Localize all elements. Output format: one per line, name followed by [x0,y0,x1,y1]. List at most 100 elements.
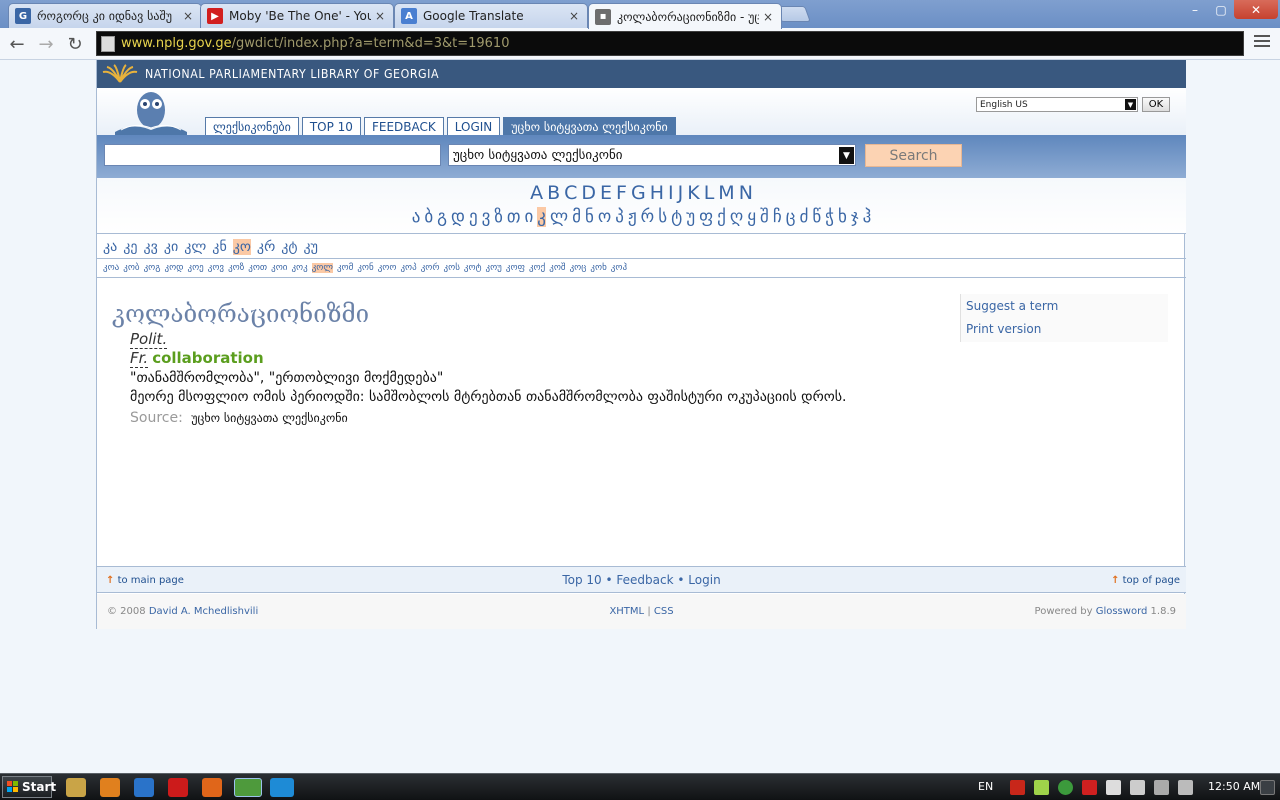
sub-letter-link[interactable]: კოდ [164,263,183,273]
window-close-button[interactable]: ✕ [1234,0,1278,19]
tab-close-icon[interactable]: × [375,9,385,23]
tab-close-icon[interactable]: × [569,9,579,23]
latin-letter-link[interactable]: M [718,182,734,204]
georgian-letter-link[interactable]: ი [524,207,533,227]
sub-letter-link[interactable]: კონ [357,263,373,273]
browser-tab[interactable]: ▪ კოლაბორაციონიზმი - უც × [588,3,782,29]
sub-letter-link[interactable]: კოე [188,263,204,273]
nav-tab[interactable]: TOP 10 [301,117,361,136]
georgian-letter-link[interactable]: გ [437,207,447,227]
acrobat-icon[interactable] [1010,780,1025,795]
tab-close-icon[interactable]: × [763,10,773,24]
georgian-letter-link[interactable]: ძ [799,207,808,227]
sub-letter-link[interactable]: კო [232,238,251,255]
latin-letter-link[interactable]: K [687,182,699,204]
internet-explorer-icon[interactable] [134,778,154,797]
nav-tab[interactable]: LOGIN [446,117,501,136]
latin-letter-link[interactable]: C [564,182,577,204]
georgian-letter-link[interactable]: ყ [747,207,756,227]
language-ok-button[interactable]: OK [1142,97,1170,112]
term-abbreviation[interactable]: Polit. [130,330,168,349]
sub-letter-link[interactable]: კა [103,239,117,255]
sub-letter-link[interactable]: კოვ [208,263,224,273]
georgian-letter-link[interactable]: რ [641,207,655,227]
suggest-term-link[interactable]: Suggest a term [961,294,1168,317]
latin-letter-link[interactable]: N [739,182,753,204]
georgian-letter-link[interactable]: ჯ [851,207,859,227]
address-bar[interactable]: www.nplg.gov.ge/gwdict/index.php?a=term&… [96,31,1244,56]
georgian-letter-link[interactable]: ჰ [863,207,872,227]
browser-tab[interactable]: A Google Translate × [394,3,588,28]
georgian-letter-link[interactable]: კ [537,207,546,227]
dictionary-select[interactable]: უცხო სიტყვათა ლექსიკონი ▼ [448,144,856,166]
sub-letter-link[interactable]: კოქ [529,263,545,273]
georgian-letter-link[interactable]: ჭ [825,207,834,227]
search-input[interactable] [104,144,441,166]
nav-tab[interactable]: უცხო სიტყვათა ლექსიკონი [503,117,676,136]
tab-close-icon[interactable]: × [183,9,193,23]
sub-letter-link[interactable]: კოზ [228,263,244,273]
volume-icon[interactable] [1178,780,1193,795]
georgian-letter-link[interactable]: ფ [699,207,713,227]
georgian-letter-link[interactable]: უ [686,207,695,227]
latin-letter-link[interactable]: A [530,182,543,204]
network-icon[interactable] [1154,780,1169,795]
flag-icon[interactable] [1106,780,1121,795]
sub-letter-link[interactable]: კოი [271,263,287,273]
footer-feedback-link[interactable]: Feedback [616,573,673,587]
opera-icon[interactable] [168,778,188,797]
sub-letter-link[interactable]: კოც [570,263,587,273]
latin-letter-link[interactable]: L [704,182,715,204]
sub-letter-link[interactable]: კოხ [590,263,606,273]
georgian-letter-link[interactable]: ე [469,207,478,227]
sub-letter-link[interactable]: კოტ [464,263,482,273]
xhtml-link[interactable]: XHTML [609,606,644,617]
georgian-letter-link[interactable]: მ [572,207,581,227]
sub-letter-link[interactable]: კორ [421,263,440,273]
start-button[interactable]: Start [2,776,56,798]
chrome-icon[interactable] [234,778,262,797]
sub-letter-link[interactable]: კოუ [485,263,501,273]
firefox-icon[interactable] [202,778,222,797]
search-button[interactable]: Search [865,144,962,167]
latin-letter-link[interactable]: B [547,182,560,204]
latin-letter-link[interactable]: D [581,182,596,204]
sub-letter-link[interactable]: კოთ [248,263,267,273]
georgian-letter-link[interactable]: შ [760,207,769,227]
sub-letter-link[interactable]: კი [164,239,178,255]
georgian-letter-link[interactable]: ვ [482,207,491,227]
forward-icon[interactable]: → [34,32,58,56]
sub-letter-link[interactable]: კოპ [400,263,416,273]
latin-letter-link[interactable]: I [668,182,674,204]
sub-letter-link[interactable]: კოკ [291,263,307,273]
minimize-button[interactable]: – [1181,0,1209,19]
georgian-letter-link[interactable]: ბ [424,207,433,227]
sub-letter-link[interactable]: კე [123,239,137,255]
georgian-letter-link[interactable]: ქ [717,207,726,227]
georgian-letter-link[interactable]: ხ [838,207,847,227]
nav-tab[interactable]: ლექსიკონები [205,117,299,136]
antivirus-icon[interactable] [1082,780,1097,795]
latin-letter-link[interactable]: G [631,182,646,204]
sub-letter-link[interactable]: კნ [212,239,226,255]
skype-icon[interactable] [270,778,294,797]
sub-letter-link[interactable]: კტ [281,239,297,255]
tray-app-icon[interactable] [1034,780,1049,795]
sub-letter-link[interactable]: კლ [184,239,206,255]
latin-letter-link[interactable]: F [616,182,627,204]
sub-letter-link[interactable]: კოფ [506,263,525,273]
reload-icon[interactable]: ↻ [63,32,87,56]
maximize-button[interactable]: ▢ [1207,0,1235,19]
sub-letter-link[interactable]: კოა [103,263,119,273]
georgian-letter-link[interactable]: ტ [671,207,682,227]
show-desktop-button[interactable] [1260,780,1275,795]
nav-tab[interactable]: FEEDBACK [363,117,444,136]
css-link[interactable]: CSS [654,606,674,617]
explorer-icon[interactable] [66,778,86,797]
georgian-letter-link[interactable]: ო [598,207,611,227]
footer-top10-link[interactable]: Top 10 [562,573,601,587]
media-player-icon[interactable] [100,778,120,797]
georgian-letter-link[interactable]: ჟ [628,207,637,227]
utorrent-icon[interactable] [1058,780,1073,795]
georgian-letter-link[interactable]: ზ [494,207,503,227]
